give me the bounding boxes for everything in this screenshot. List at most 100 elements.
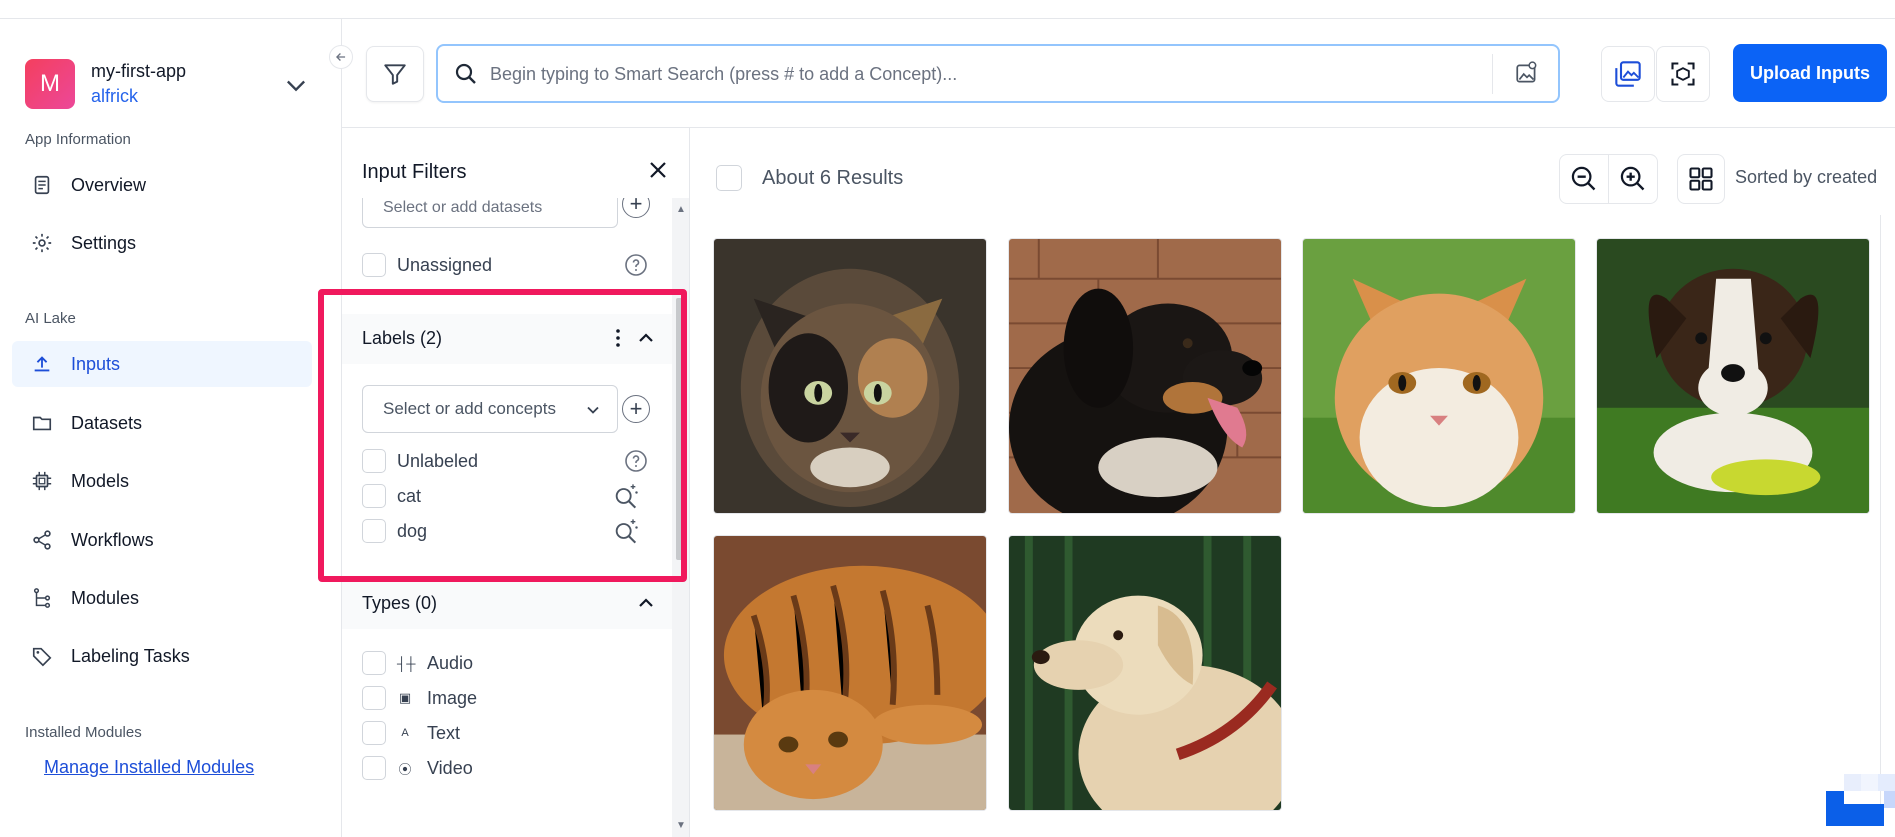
app-root: M my-first-app alfrick App Information O… — [0, 0, 1895, 837]
unassigned-label: Unassigned — [397, 254, 493, 275]
sidebar-item-label: Datasets — [71, 412, 143, 433]
search-input[interactable] — [490, 54, 1490, 94]
dataset-select[interactable]: Select or add datasets — [362, 198, 618, 228]
object-detect-button[interactable] — [1656, 46, 1710, 102]
app-user[interactable]: alfrick — [91, 86, 138, 107]
filter-label-dog[interactable]: dog — [362, 517, 427, 545]
thumbnail-yellow-labrador[interactable] — [1008, 535, 1282, 811]
grid-icon — [1689, 167, 1713, 191]
chevron-up-icon[interactable] — [634, 591, 658, 615]
dog-checkbox[interactable] — [362, 519, 386, 543]
scan-cube-icon — [1671, 62, 1695, 86]
search-divider — [1492, 54, 1493, 94]
types-group-header[interactable]: Types (0) — [342, 579, 672, 629]
section-installed-modules: Installed Modules — [25, 724, 142, 741]
app-avatar: M — [25, 59, 75, 109]
magic-search-icon[interactable] — [612, 517, 640, 545]
search-icon — [455, 63, 476, 84]
filter-type-audio[interactable]: ┤┼ Audio — [362, 649, 473, 677]
sidebar-item-label: Overview — [71, 174, 147, 195]
brand-logo — [1826, 774, 1895, 826]
labels-group-header[interactable]: Labels (2) — [342, 314, 672, 364]
smart-search-bar — [436, 44, 1560, 103]
help-icon[interactable] — [624, 449, 648, 473]
type-label: Video — [427, 757, 473, 778]
tree-icon — [29, 585, 55, 611]
sidebar-item-settings[interactable]: Settings — [12, 220, 312, 266]
thumbnail-calico-cat[interactable] — [713, 238, 987, 514]
label-text: Unlabeled — [397, 450, 479, 471]
sidebar-item-models[interactable]: Models — [12, 458, 312, 504]
thumbnail-orange-cat[interactable] — [1302, 238, 1576, 514]
chevron-down-icon[interactable] — [282, 71, 310, 99]
scroll-down-icon[interactable]: ▼ — [676, 820, 686, 831]
image-gallery-button[interactable] — [1601, 46, 1655, 102]
sidebar: M my-first-app alfrick App Information O… — [0, 19, 342, 837]
filter-toggle-button[interactable] — [366, 46, 424, 102]
arrow-left-icon — [336, 53, 346, 61]
filter-label-cat[interactable]: cat — [362, 482, 421, 510]
video-checkbox[interactable] — [362, 756, 386, 780]
chip-icon — [29, 468, 55, 494]
filters-title: Input Filters — [362, 161, 467, 183]
sidebar-item-modules[interactable]: Modules — [12, 575, 312, 621]
unlabeled-checkbox[interactable] — [362, 449, 386, 473]
sidebar-item-labeling-tasks[interactable]: Labeling Tasks — [12, 633, 312, 679]
cat-checkbox[interactable] — [362, 484, 386, 508]
type-label: Text — [427, 722, 461, 743]
filter-unassigned[interactable]: Unassigned — [362, 251, 492, 279]
select-all-checkbox[interactable] — [716, 165, 742, 191]
zoom-out-button[interactable] — [1560, 155, 1608, 203]
labels-title: Labels (2) — [362, 328, 443, 348]
type-label: Image — [427, 687, 478, 708]
top-strip — [0, 0, 1895, 19]
sidebar-item-datasets[interactable]: Datasets — [12, 400, 312, 446]
share-icon — [29, 527, 55, 553]
section-app-information: App Information — [25, 131, 131, 148]
magic-search-icon[interactable] — [612, 482, 640, 510]
zoom-out-icon — [1571, 166, 1596, 191]
unassigned-checkbox[interactable] — [362, 253, 386, 277]
zoom-in-icon — [1620, 166, 1645, 191]
filters-scrollbar[interactable]: ▲ ▼ — [672, 198, 689, 837]
chevron-up-icon[interactable] — [634, 326, 658, 350]
section-ai-lake: AI Lake — [25, 310, 76, 327]
image-search-icon[interactable] — [1514, 60, 1540, 86]
results-header: About 6 Results — [716, 160, 903, 196]
filter-label-unlabeled[interactable]: Unlabeled — [362, 447, 478, 475]
more-vertical-icon[interactable] — [606, 326, 630, 350]
scrollbar-thumb[interactable] — [676, 298, 686, 560]
concept-select[interactable]: Select or add concepts — [362, 385, 618, 433]
add-concept-icon[interactable]: + — [622, 395, 650, 423]
sort-label[interactable]: Sorted by created — [1735, 167, 1877, 188]
manage-installed-modules-link[interactable]: Manage Installed Modules — [44, 757, 254, 778]
scroll-up-icon[interactable]: ▲ — [676, 204, 686, 215]
help-icon[interactable] — [624, 253, 648, 277]
close-icon[interactable] — [646, 158, 670, 182]
app-switcher[interactable]: M my-first-app alfrick — [25, 59, 315, 109]
zoom-in-button[interactable] — [1608, 155, 1657, 203]
upload-inputs-button[interactable]: Upload Inputs — [1733, 44, 1887, 102]
filter-type-text[interactable]: A Text — [362, 719, 460, 747]
thumbnail-black-dog[interactable] — [1008, 238, 1282, 514]
sidebar-item-label: Models — [71, 470, 130, 491]
filter-type-video[interactable]: ⦿ Video — [362, 754, 473, 782]
sidebar-item-overview[interactable]: Overview — [12, 162, 312, 208]
thumbnail-tabby-cat-lying[interactable] — [713, 535, 987, 811]
audio-checkbox[interactable] — [362, 651, 386, 675]
sidebar-item-label: Settings — [71, 232, 137, 253]
results-count: About 6 Results — [762, 166, 904, 189]
grid-view-button[interactable] — [1677, 154, 1725, 204]
folder-icon — [29, 410, 55, 436]
sidebar-item-workflows[interactable]: Workflows — [12, 517, 312, 563]
sidebar-item-inputs[interactable]: Inputs — [12, 341, 312, 387]
label-text: cat — [397, 485, 422, 506]
document-icon — [29, 172, 55, 198]
text-checkbox[interactable] — [362, 721, 386, 745]
results-scrollbar[interactable] — [1880, 215, 1895, 815]
thumbnail-brown-white-dog[interactable] — [1596, 238, 1870, 514]
image-checkbox[interactable] — [362, 686, 386, 710]
collapse-sidebar-button[interactable] — [329, 45, 353, 69]
filter-type-image[interactable]: ▣ Image — [362, 684, 477, 712]
add-dataset-icon[interactable]: + — [622, 198, 650, 218]
